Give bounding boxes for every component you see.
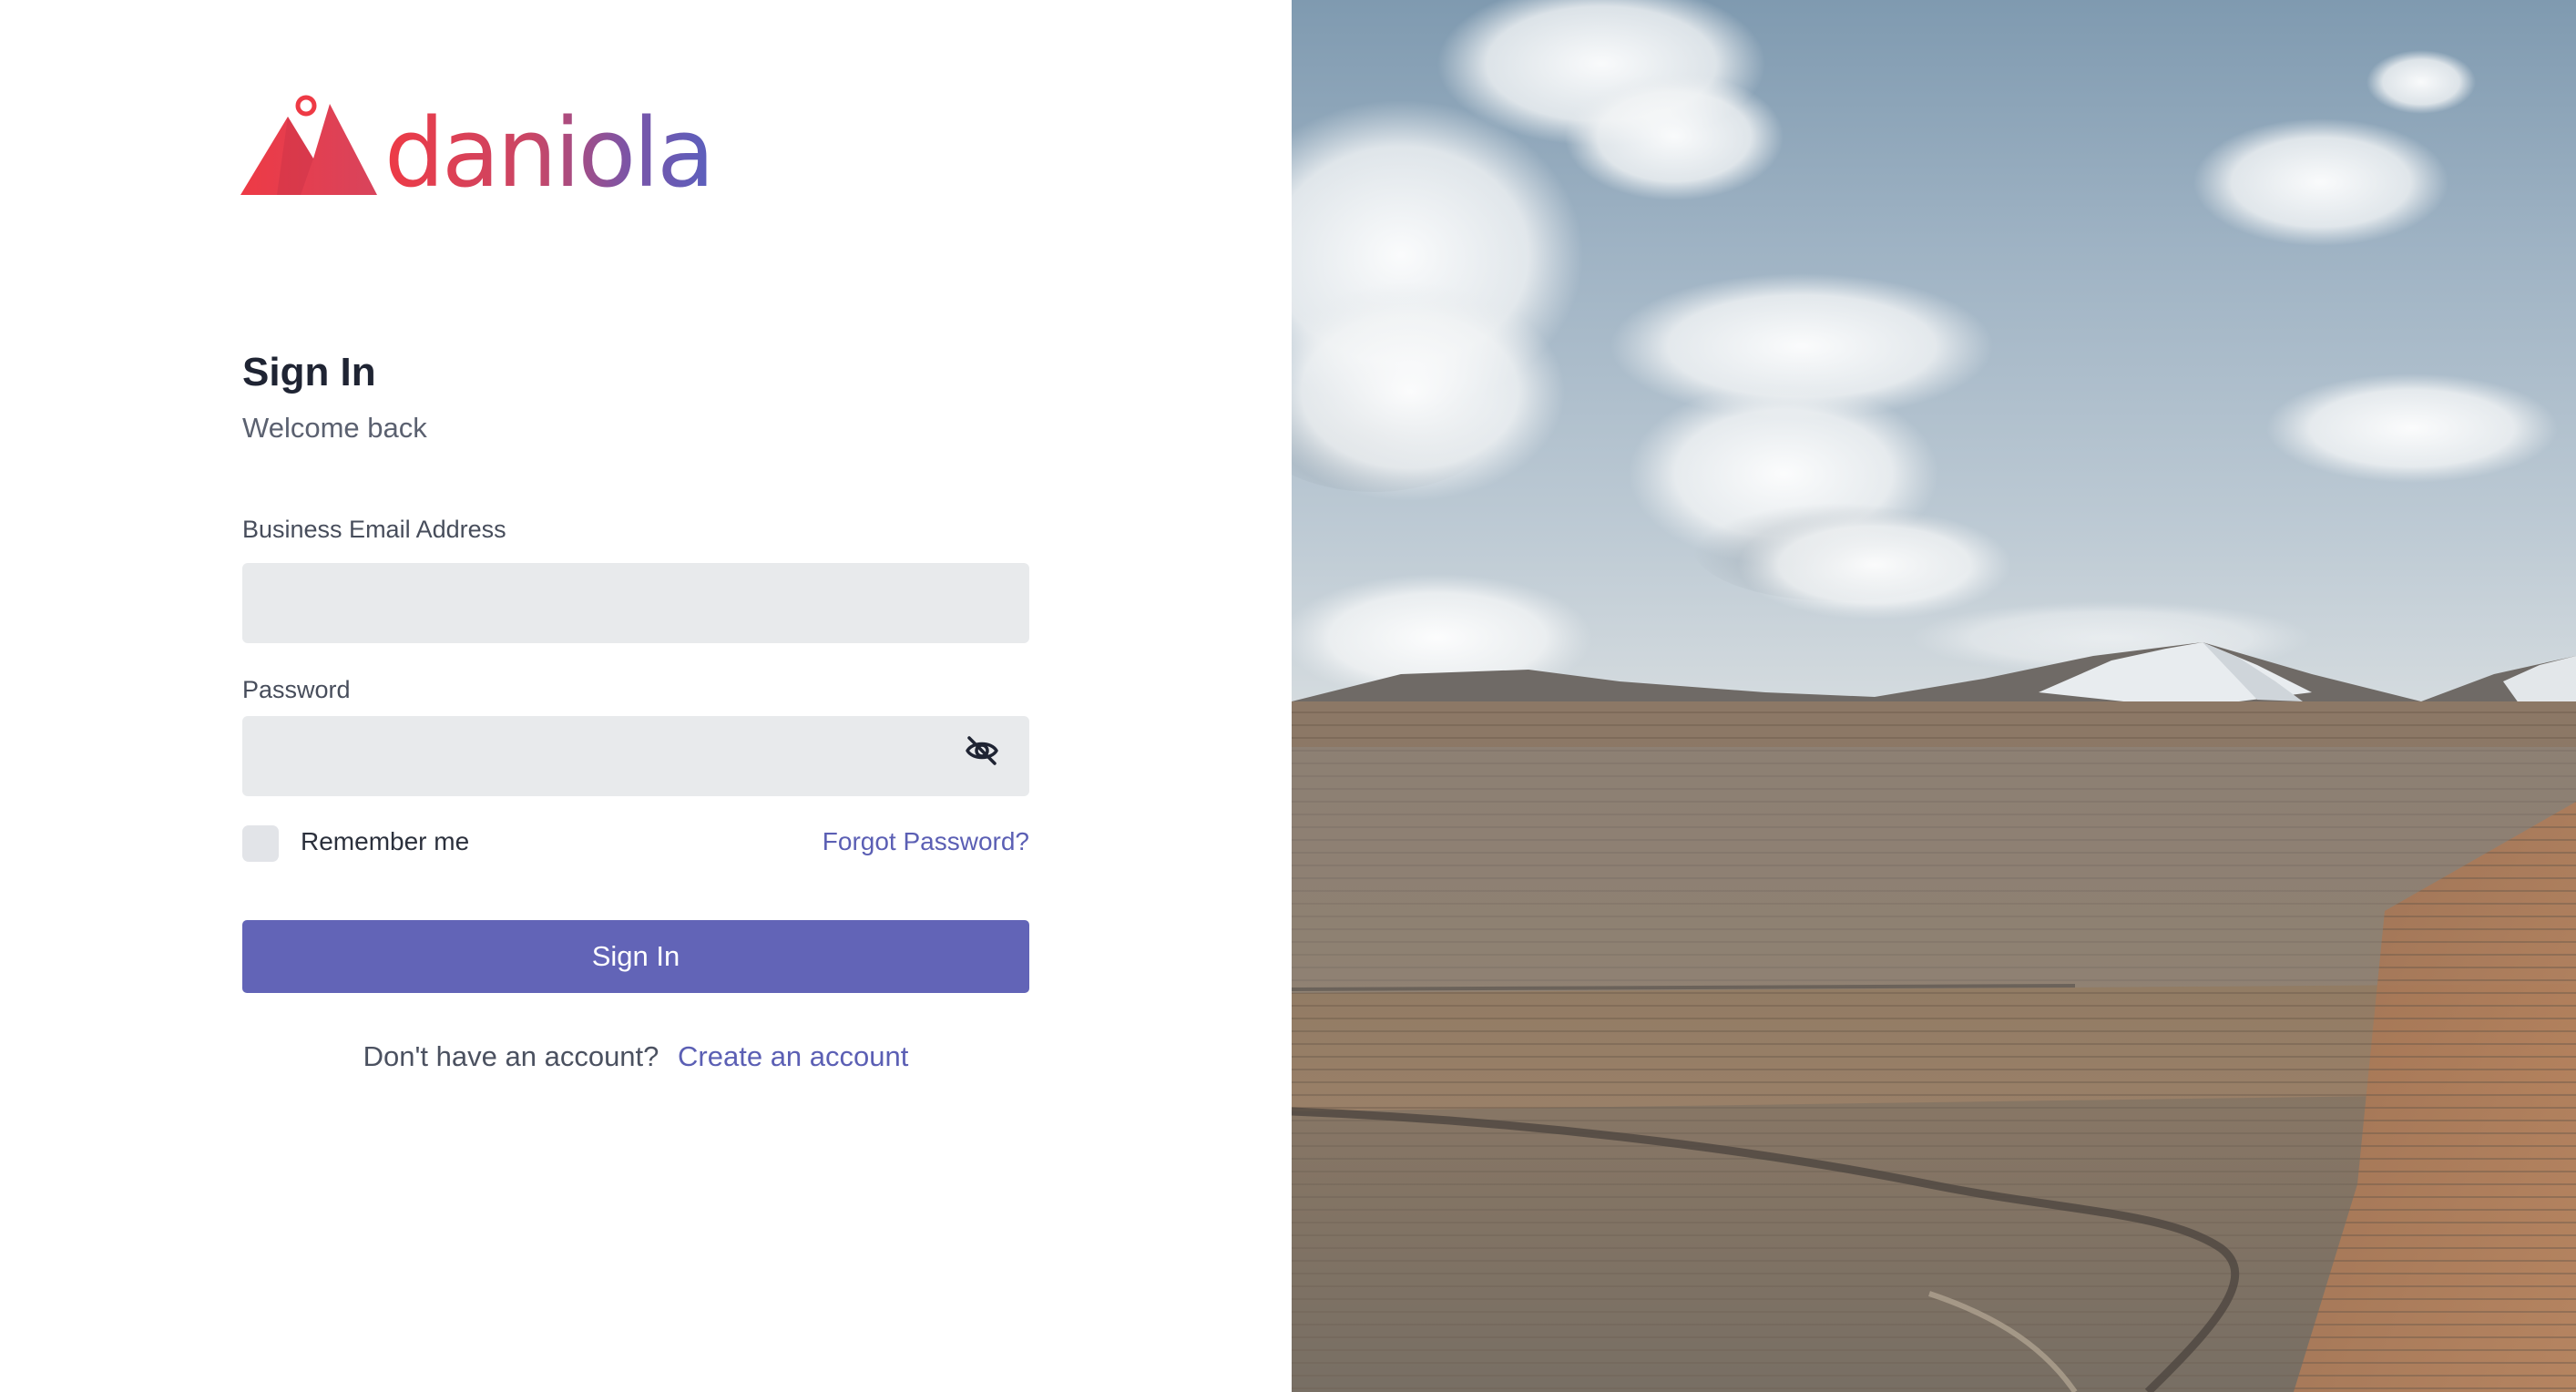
remember-me-checkbox[interactable]	[242, 825, 279, 862]
email-label: Business Email Address	[242, 516, 506, 543]
password-label: Password	[242, 676, 351, 703]
password-field[interactable]	[242, 716, 1029, 796]
brand-name: daniola	[384, 97, 715, 209]
eye-slash-icon[interactable]	[960, 729, 1004, 773]
brand-logo[interactable]: daniola	[240, 95, 715, 200]
mountain-pin-icon	[240, 95, 377, 195]
sign-in-button[interactable]: Sign In	[242, 920, 1029, 993]
mine-landscape-illustration	[1292, 0, 2576, 1392]
hero-image	[1292, 0, 2576, 1392]
remember-me-label[interactable]: Remember me	[301, 827, 469, 856]
email-field[interactable]	[242, 563, 1029, 643]
page-subtitle: Welcome back	[242, 412, 427, 444]
no-account-text: Don't have an account?	[363, 1040, 659, 1072]
page-title: Sign In	[242, 350, 376, 394]
create-account-link[interactable]: Create an account	[678, 1040, 908, 1072]
create-account-prompt: Don't have an account? Create an account	[242, 1040, 1029, 1073]
forgot-password-link[interactable]: Forgot Password?	[820, 827, 1029, 856]
sign-in-panel: daniola Sign In Welcome back Business Em…	[0, 0, 1292, 1392]
sign-in-page: daniola Sign In Welcome back Business Em…	[0, 0, 2576, 1392]
